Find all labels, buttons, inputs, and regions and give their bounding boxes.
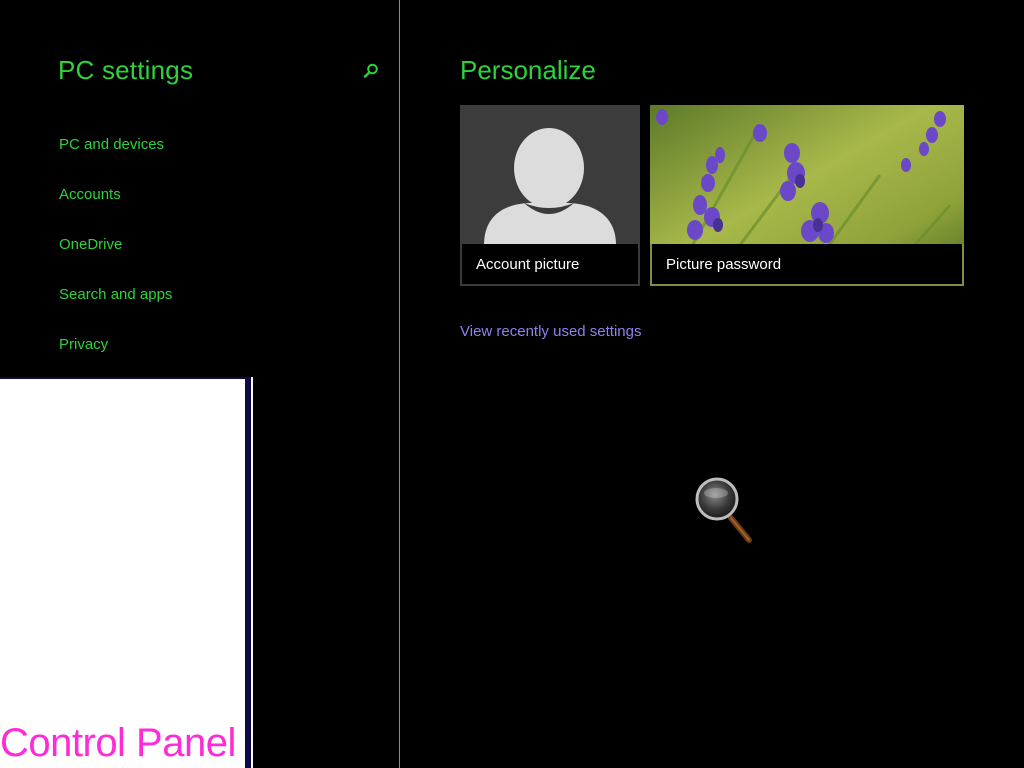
search-button[interactable] — [360, 60, 382, 82]
pane-divider — [399, 0, 400, 768]
account-picture-label: Account picture — [460, 244, 640, 286]
sidebar-item-pc-and-devices[interactable]: PC and devices — [59, 136, 164, 153]
view-recent-settings-link[interactable]: View recently used settings — [460, 323, 642, 340]
left-pane: PC settings PC and devices Accounts OneD… — [0, 0, 399, 768]
page-title: Personalize — [460, 55, 596, 85]
search-icon — [363, 63, 378, 78]
sidebar-item-accounts[interactable]: Accounts — [59, 186, 121, 203]
app-title: PC settings — [58, 55, 194, 85]
sidebar-item-privacy[interactable]: Privacy — [59, 336, 108, 353]
picture-password-label: Picture password — [650, 244, 964, 286]
account-picture-tile[interactable]: Account picture — [460, 105, 640, 286]
picture-password-tile[interactable]: Picture password — [650, 105, 964, 286]
sidebar-item-search-and-apps[interactable]: Search and apps — [59, 286, 172, 303]
pc-settings-screen: PC settings PC and devices Accounts OneD… — [0, 0, 1024, 768]
control-panel-tile[interactable]: Control Panel — [0, 377, 253, 768]
control-panel-label: Control Panel — [0, 721, 236, 765]
magnifier-icon[interactable] — [694, 476, 758, 546]
sidebar-item-onedrive[interactable]: OneDrive — [59, 236, 122, 253]
